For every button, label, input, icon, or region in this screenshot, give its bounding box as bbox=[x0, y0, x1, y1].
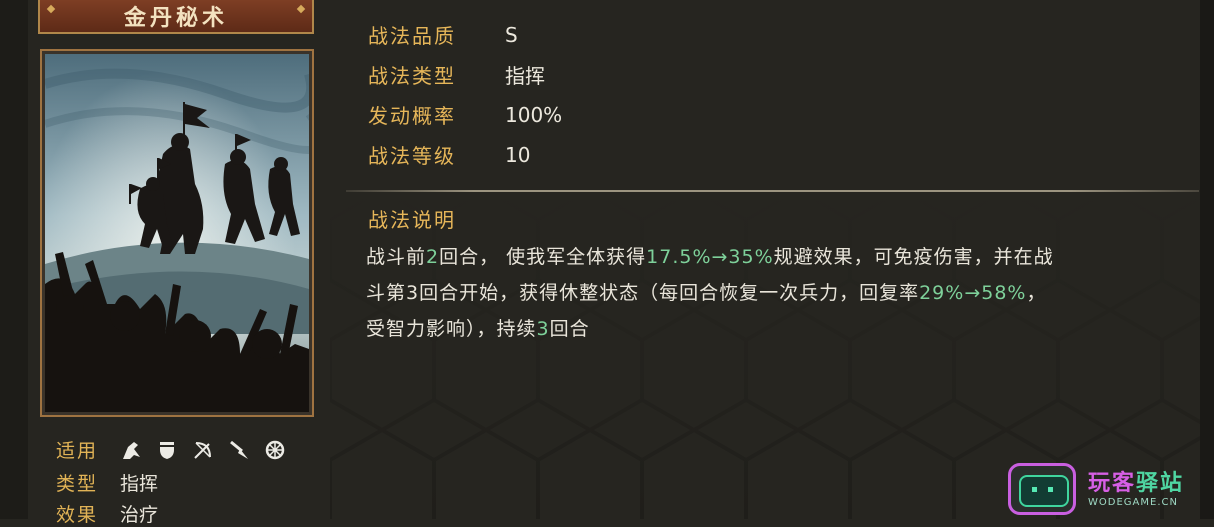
description-text: 回合 bbox=[549, 318, 590, 340]
stat-level-label: 战法等级 bbox=[368, 144, 456, 168]
siege-icon bbox=[264, 439, 286, 461]
watermark-name-part1: 玩客 bbox=[1088, 471, 1137, 496]
description-text: 规避效果，可免疫伤害，并在战 bbox=[773, 246, 1054, 268]
stat-level-value: 10 bbox=[505, 142, 531, 167]
description-line: 受智力影响），持续3回合 bbox=[366, 311, 1196, 347]
stat-type-label: 战法类型 bbox=[368, 64, 456, 88]
description-text: ， bbox=[1026, 282, 1047, 304]
spear-icon bbox=[228, 439, 250, 461]
site-watermark: 玩客驿站 WODEGAME.CN bbox=[1008, 463, 1208, 519]
description-highlight-value: 29%→58% bbox=[919, 282, 1027, 304]
description-text: 战斗前 bbox=[366, 246, 427, 268]
effect-label: 效果 bbox=[56, 504, 99, 526]
description-highlight-value: 2 bbox=[426, 246, 440, 268]
stat-trigger-rate-row: 发动概率 100% bbox=[368, 100, 562, 129]
watermark-title: 玩客驿站 bbox=[1088, 465, 1184, 497]
description-line: 战斗前2回合， 使我军全体获得17.5%→35%规避效果，可免疫伤害，并在战 bbox=[366, 239, 1196, 275]
watermark-name-part2: 驿站 bbox=[1136, 471, 1185, 496]
description-body: 战斗前2回合， 使我军全体获得17.5%→35%规避效果，可免疫伤害，并在战 斗第… bbox=[366, 239, 1196, 347]
type-row: 类型 指挥 bbox=[56, 469, 158, 496]
type-value: 指挥 bbox=[120, 473, 159, 495]
description-text: 受智力影响），持续 bbox=[366, 318, 537, 340]
stat-quality-value: S bbox=[505, 22, 518, 47]
stat-quality-label: 战法品质 bbox=[368, 24, 456, 48]
applicable-units-row: 适用 bbox=[56, 436, 286, 463]
description-text: 回合， 使我军全体获得 bbox=[439, 246, 647, 268]
description-title: 战法说明 bbox=[368, 208, 456, 232]
skill-title-banner: 金丹秘术 bbox=[38, 0, 314, 34]
stat-type-row: 战法类型 指挥 bbox=[368, 60, 545, 89]
description-line: 斗第3回合开始，获得休整状态（每回合恢复一次兵力，回复率29%→58%， bbox=[366, 275, 1196, 311]
stat-level-row: 战法等级 10 bbox=[368, 140, 530, 169]
stat-quality-row: 战法品质 S bbox=[368, 20, 518, 49]
stat-trigger-rate-value: 100% bbox=[505, 102, 563, 127]
section-divider bbox=[346, 190, 1199, 192]
effect-value: 治疗 bbox=[120, 504, 159, 526]
description-text: 斗第3回合开始，获得休整状态（每回合恢复一次兵力，回复率 bbox=[366, 282, 920, 304]
watermark-url: WODEGAME.CN bbox=[1088, 497, 1178, 508]
description-highlight-value: 17.5%→35% bbox=[646, 246, 774, 268]
description-highlight-value: 3 bbox=[536, 318, 550, 340]
robot-logo-icon bbox=[1008, 463, 1076, 515]
effect-row: 效果 治疗 bbox=[56, 500, 158, 527]
skill-card-art bbox=[40, 49, 314, 417]
shield-icon bbox=[156, 439, 178, 461]
cavalry-silhouette-illustration bbox=[45, 54, 309, 412]
stat-type-value: 指挥 bbox=[505, 64, 545, 88]
stat-trigger-rate-label: 发动概率 bbox=[368, 104, 456, 128]
type-label: 类型 bbox=[56, 473, 99, 495]
left-edge-strip bbox=[0, 0, 28, 519]
skill-title: 金丹秘术 bbox=[123, 5, 228, 31]
right-edge-strip bbox=[1200, 0, 1214, 519]
cavalry-icon bbox=[120, 439, 142, 461]
archer-icon bbox=[192, 439, 214, 461]
applicable-label: 适用 bbox=[56, 440, 99, 462]
